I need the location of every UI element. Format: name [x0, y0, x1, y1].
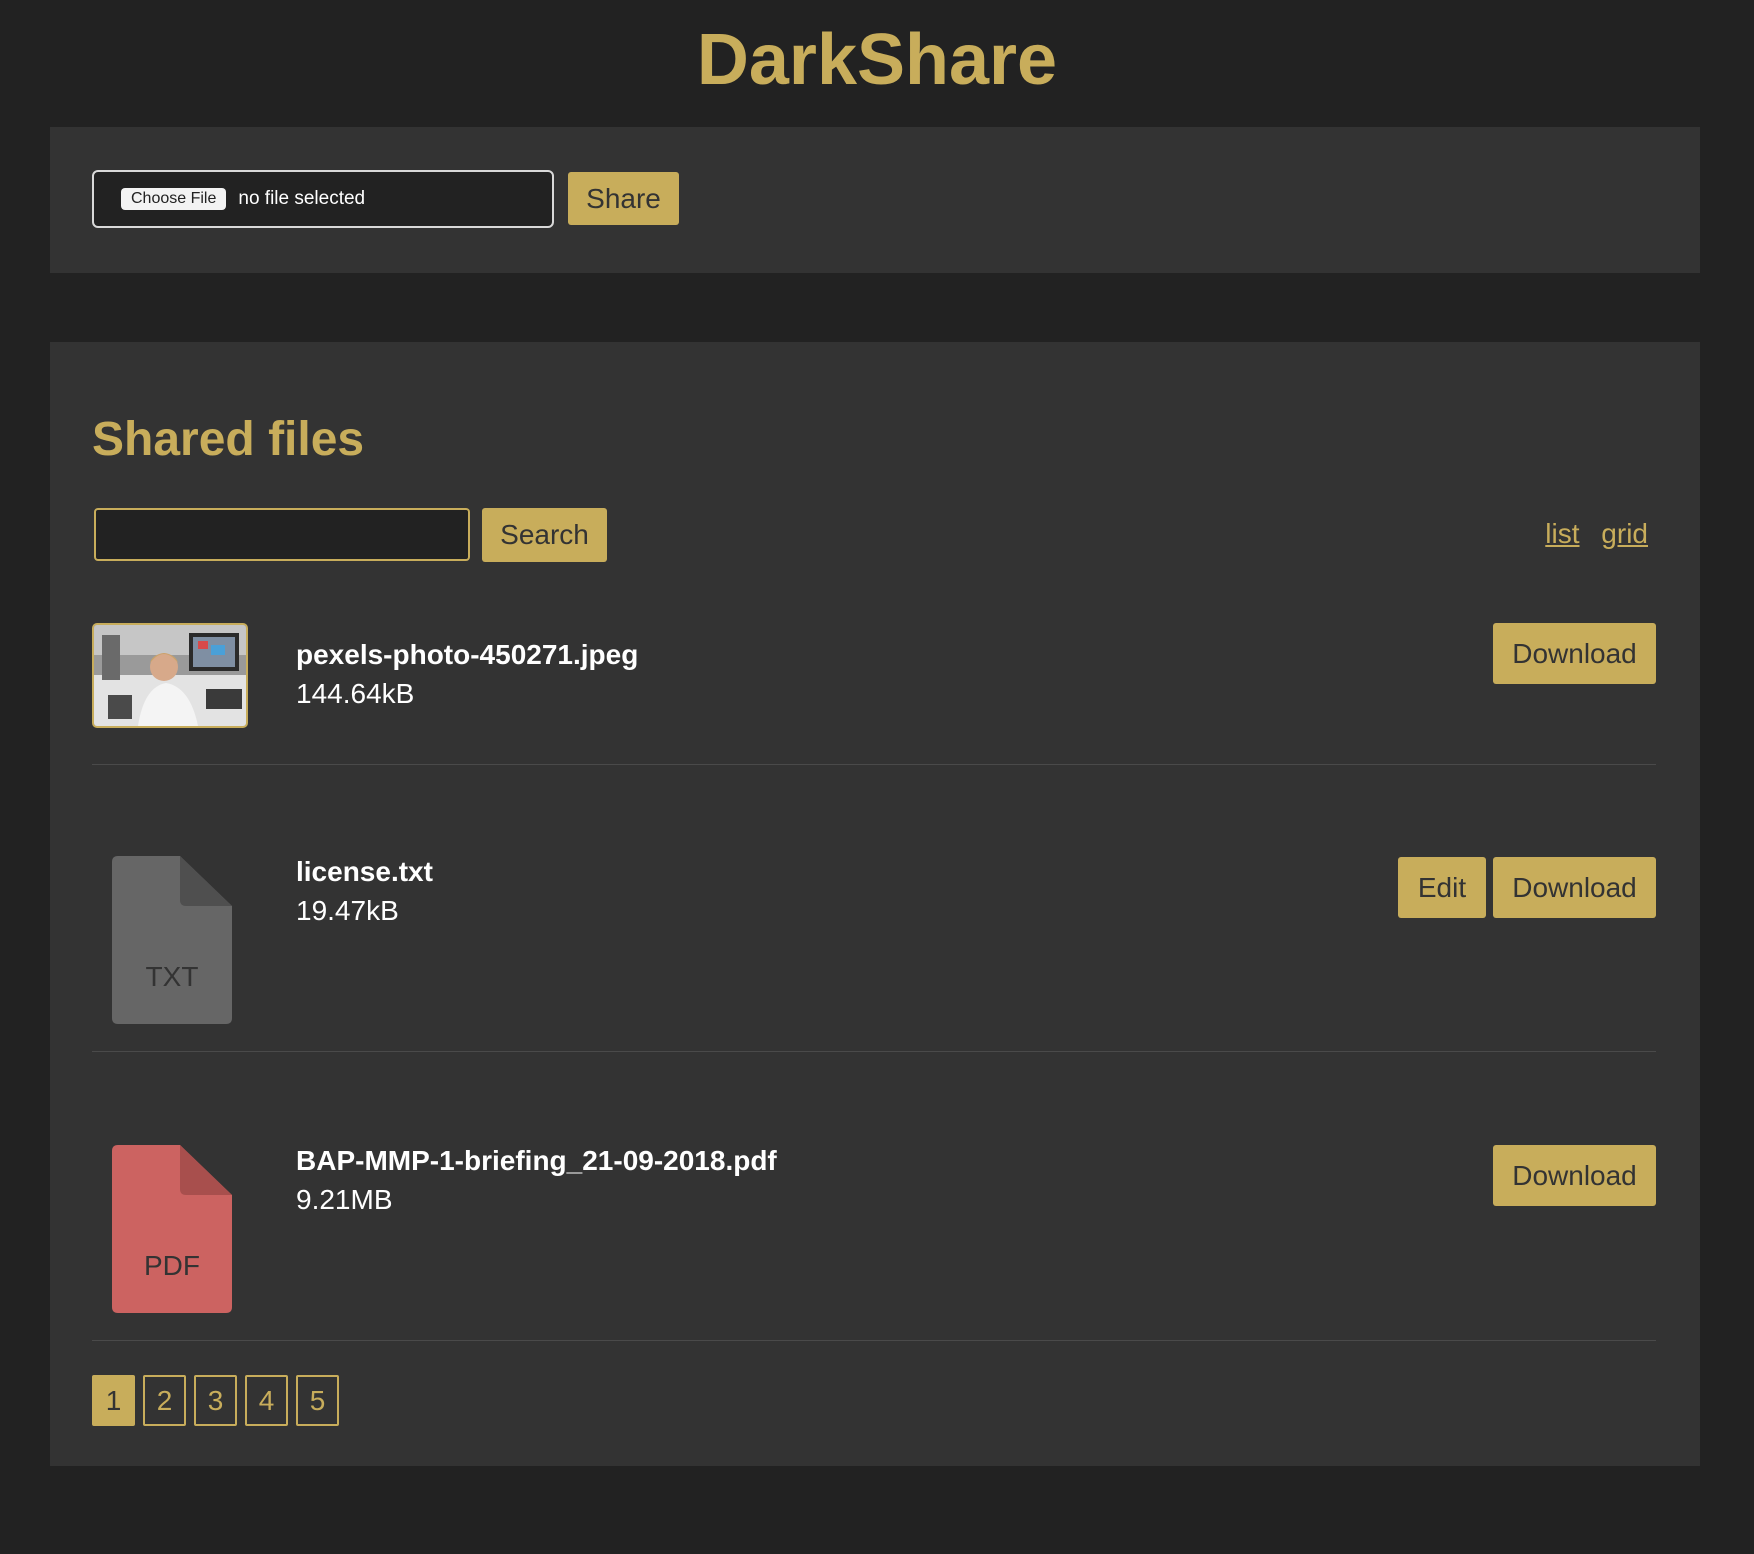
file-type-label: TXT	[146, 961, 199, 992]
file-name[interactable]: pexels-photo-450271.jpeg	[296, 639, 638, 671]
search-button[interactable]: Search	[482, 508, 607, 562]
page-button[interactable]: 3	[194, 1375, 237, 1426]
view-toggle: list grid	[1531, 518, 1648, 550]
file-row: TXT license.txt 19.47kB Edit Download	[92, 764, 1656, 1052]
file-status-text: no file selected	[238, 188, 366, 209]
photo-thumbnail[interactable]	[92, 623, 248, 728]
grid-view-link[interactable]: grid	[1601, 518, 1648, 549]
choose-file-button[interactable]: Choose File	[121, 188, 227, 210]
section-title: Shared files	[92, 413, 365, 466]
list-view-link[interactable]: list	[1545, 518, 1579, 549]
file-row: PDF BAP-MMP-1-briefing_21-09-2018.pdf 9.…	[92, 1051, 1656, 1341]
pdf-file-icon[interactable]: PDF	[112, 1145, 232, 1313]
download-button[interactable]: Download	[1493, 1145, 1656, 1206]
file-name[interactable]: license.txt	[296, 856, 433, 888]
file-size: 144.64kB	[296, 678, 415, 709]
app-title: DarkShare	[696, 20, 1058, 100]
file-type-label: PDF	[144, 1250, 200, 1281]
file-size: 19.47kB	[296, 895, 399, 926]
upload-panel: Choose File no file selected Share	[50, 127, 1700, 273]
page-button[interactable]: 4	[245, 1375, 288, 1426]
file-size: 9.21MB	[296, 1184, 393, 1215]
file-name[interactable]: BAP-MMP-1-briefing_21-09-2018.pdf	[296, 1145, 777, 1177]
download-button[interactable]: Download	[1493, 857, 1656, 918]
download-button[interactable]: Download	[1493, 623, 1656, 684]
search-input[interactable]	[94, 508, 470, 561]
shared-files-panel: Shared files Search list grid pexels-pho…	[50, 342, 1700, 1466]
edit-button[interactable]: Edit	[1398, 857, 1486, 918]
file-picker[interactable]: Choose File no file selected	[92, 170, 554, 228]
page-button[interactable]: 2	[143, 1375, 186, 1426]
file-row: pexels-photo-450271.jpeg 144.64kB Downlo…	[92, 623, 1656, 765]
page-button[interactable]: 5	[296, 1375, 339, 1426]
pagination: 1 2 3 4 5	[92, 1375, 347, 1426]
share-button[interactable]: Share	[568, 172, 679, 225]
txt-file-icon[interactable]: TXT	[112, 856, 232, 1024]
page-button-current[interactable]: 1	[92, 1375, 135, 1426]
